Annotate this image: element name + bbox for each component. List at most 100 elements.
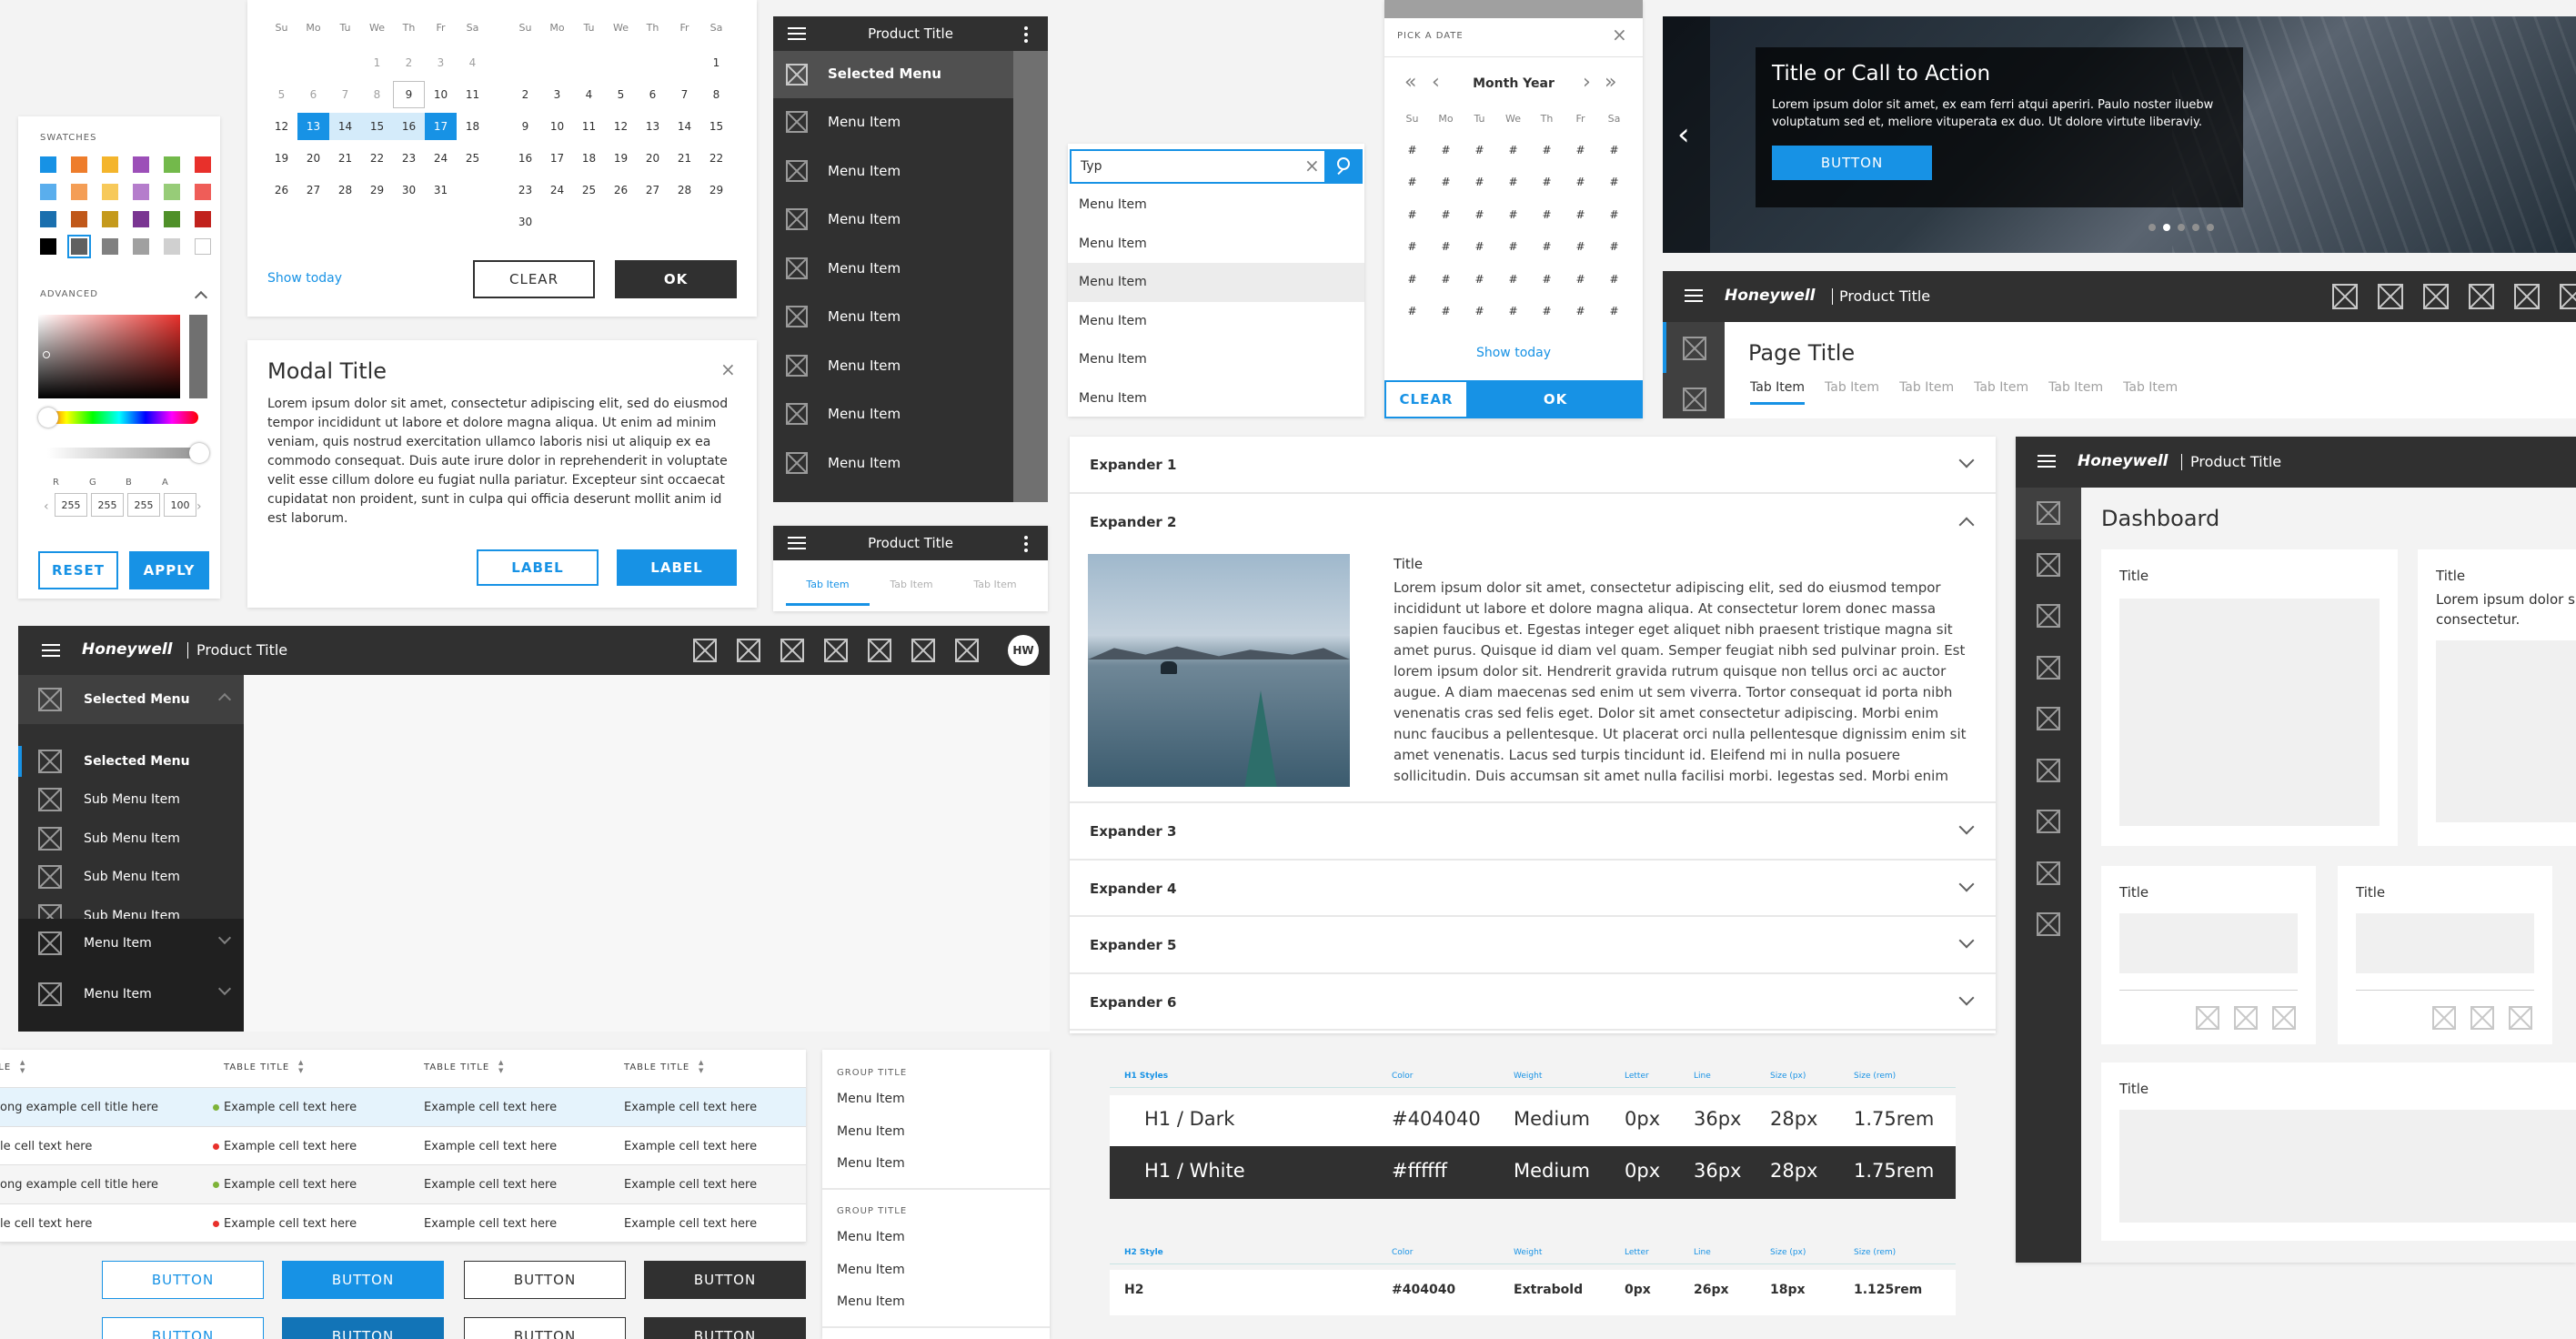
calendar-day[interactable]: 9 <box>393 80 425 108</box>
calendar-day[interactable]: # <box>1564 208 1597 221</box>
table-row[interactable]: le cell text here Example cell text here E… <box>0 1126 806 1165</box>
group-list-item[interactable]: Menu Item <box>837 1263 1046 1295</box>
calendar-day[interactable]: # <box>1564 176 1597 188</box>
hue-handle[interactable] <box>38 408 58 428</box>
color-swatch[interactable] <box>195 211 211 227</box>
calendar-day[interactable]: # <box>1395 273 1429 286</box>
calendar-day[interactable]: # <box>1530 176 1564 188</box>
placeholder-icon[interactable] <box>2332 284 2358 309</box>
expander-header[interactable]: Expander 1 <box>1070 437 1996 494</box>
clear-button[interactable]: CLEAR <box>473 260 595 298</box>
rgba-input[interactable]: 255 <box>127 493 160 517</box>
calendar-day[interactable]: 5 <box>266 81 297 108</box>
calendar-day[interactable]: 22 <box>700 145 732 172</box>
rgba-input[interactable]: 100 <box>164 493 196 517</box>
tab-item[interactable]: Tab Item <box>2123 380 2178 405</box>
alpha-handle[interactable] <box>189 443 209 463</box>
hamburger-icon[interactable] <box>2038 455 2056 468</box>
calendar-day[interactable]: 8 <box>361 81 393 108</box>
chevron-up-icon[interactable] <box>194 290 208 305</box>
show-today-link[interactable]: Show today <box>1384 346 1643 360</box>
calendar-day[interactable]: # <box>1463 240 1496 253</box>
calendar-day[interactable]: 30 <box>509 208 541 236</box>
carousel-dot[interactable] <box>2192 224 2199 231</box>
column-header[interactable]: TABLE TITLE <box>0 1062 11 1072</box>
tab-item[interactable]: Tab Item <box>1974 380 2028 405</box>
calendar-day[interactable]: 19 <box>266 145 297 172</box>
secondary-button[interactable]: BUTTON <box>464 1261 626 1299</box>
calendar-day[interactable]: 13 <box>637 113 669 140</box>
calendar-day[interactable]: 21 <box>329 145 361 172</box>
placeholder-icon[interactable] <box>1683 388 1706 411</box>
calendar-day[interactable]: 22 <box>361 145 393 172</box>
calendar-day[interactable]: 20 <box>297 145 329 172</box>
modal-label-button[interactable]: LABEL <box>477 549 599 586</box>
dashboard-nav-item[interactable] <box>2016 539 2081 591</box>
calendar-day[interactable]: 5 <box>605 81 637 108</box>
modal-label-primary-button[interactable]: LABEL <box>617 549 737 586</box>
chevron-down-icon[interactable] <box>1958 452 1975 468</box>
chevron-down-icon[interactable] <box>217 982 232 996</box>
calendar-day[interactable]: # <box>1597 273 1631 286</box>
calendar-day[interactable]: # <box>1463 273 1496 286</box>
calendar-day[interactable]: 14 <box>669 113 700 140</box>
calendar-day[interactable]: # <box>1597 305 1631 317</box>
color-swatch[interactable] <box>40 184 56 200</box>
calendar-day[interactable]: # <box>1395 176 1429 188</box>
placeholder-icon[interactable] <box>824 639 848 662</box>
hero-button[interactable]: BUTTON <box>1772 146 1932 180</box>
color-swatch[interactable] <box>164 184 180 200</box>
calendar-day[interactable]: 10 <box>425 81 457 108</box>
placeholder-icon[interactable] <box>2234 1006 2258 1030</box>
calendar-day[interactable]: 7 <box>329 81 361 108</box>
placeholder-icon[interactable] <box>2469 284 2494 309</box>
mobile-nav-selected[interactable]: Selected Menu <box>773 51 1013 98</box>
sort-icon[interactable]: ▲ ▼ <box>298 1059 303 1075</box>
hamburger-icon[interactable] <box>42 644 60 657</box>
calendar-day[interactable]: 25 <box>457 145 488 172</box>
calendar-day[interactable]: 12 <box>266 113 297 140</box>
calendar-day[interactable]: # <box>1496 208 1530 221</box>
chevron-up-icon[interactable] <box>217 692 232 707</box>
calendar-day[interactable]: # <box>1395 208 1429 221</box>
placeholder-icon[interactable] <box>2432 1006 2456 1030</box>
color-swatch[interactable] <box>195 184 211 200</box>
search-result-item[interactable]: Menu Item <box>1068 340 1364 379</box>
search-result-item[interactable]: Menu Item <box>1068 302 1364 341</box>
placeholder-icon[interactable] <box>2272 1006 2296 1030</box>
search-result-item[interactable]: Menu Item <box>1068 263 1364 302</box>
color-swatch[interactable] <box>71 156 87 173</box>
search-input[interactable]: Typ × <box>1070 149 1326 184</box>
calendar-day[interactable]: # <box>1496 144 1530 156</box>
calendar-day[interactable]: 28 <box>669 176 700 204</box>
dashboard-nav-item[interactable] <box>2016 642 2081 694</box>
reset-button[interactable]: RESET <box>38 551 118 589</box>
chevron-down-icon[interactable] <box>1958 876 1975 891</box>
chevron-right-icon[interactable]: › <box>1583 71 1591 94</box>
color-swatch[interactable] <box>40 156 56 173</box>
calendar-day[interactable]: 27 <box>297 176 329 204</box>
mobile-nav-item[interactable]: Menu Item <box>773 245 1013 294</box>
calendar-day[interactable]: # <box>1597 144 1631 156</box>
more-vertical-icon[interactable] <box>1024 542 1028 546</box>
calendar-day[interactable]: 3 <box>425 49 457 76</box>
calendar-day[interactable]: # <box>1530 208 1564 221</box>
close-icon[interactable]: × <box>1612 24 1627 45</box>
calendar-day[interactable]: # <box>1530 273 1564 286</box>
dashboard-nav-item[interactable] <box>2016 590 2081 642</box>
calendar-day[interactable]: 2 <box>393 49 425 76</box>
calendar-day[interactable]: 10 <box>541 113 573 140</box>
calendar-day[interactable]: 24 <box>425 145 457 172</box>
calendar-day[interactable]: 11 <box>457 81 488 108</box>
color-swatch[interactable] <box>71 184 87 200</box>
calendar-day[interactable]: # <box>1530 144 1564 156</box>
chevron-left-icon[interactable]: ‹ <box>1677 116 1690 153</box>
placeholder-icon[interactable] <box>868 639 891 662</box>
search-result-item[interactable]: Menu Item <box>1068 186 1364 225</box>
calendar-day[interactable]: # <box>1530 240 1564 253</box>
dashboard-nav-item[interactable] <box>2016 693 2081 745</box>
calendar-day[interactable]: 19 <box>605 145 637 172</box>
calendar-day[interactable]: 18 <box>457 113 488 140</box>
placeholder-icon[interactable] <box>1683 337 1706 360</box>
color-swatch[interactable] <box>102 184 118 200</box>
